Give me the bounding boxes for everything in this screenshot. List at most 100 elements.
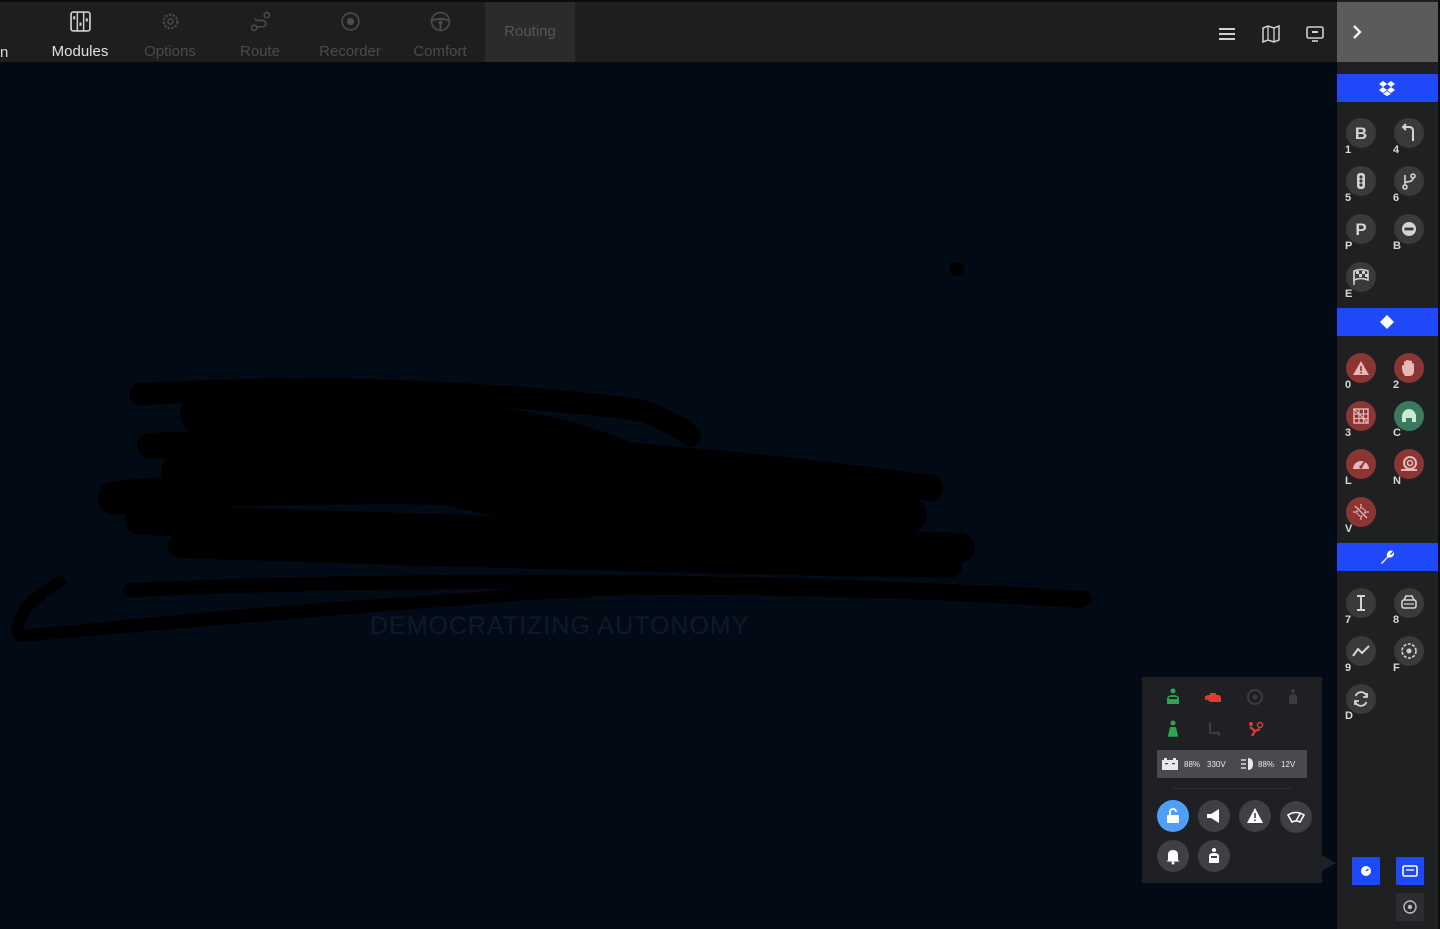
wrench-icon: [1381, 550, 1395, 564]
seatbelt-icon: [1289, 689, 1297, 704]
gauge-button[interactable]: [1352, 857, 1380, 885]
target-icon: [1401, 643, 1417, 659]
vehicle-status-card: 88% 330V 88% 12V: [1142, 677, 1322, 883]
lift-icon: [1357, 595, 1365, 611]
chart-line-icon: [1352, 645, 1370, 657]
wiper-icon: [1287, 811, 1305, 824]
message-button[interactable]: [1396, 857, 1424, 885]
horn-button[interactable]: [1198, 800, 1230, 832]
door-icon: [1209, 848, 1219, 863]
shortcut-key: V: [1345, 523, 1353, 535]
shortcut-key: E: [1345, 288, 1353, 300]
message-icon: [1402, 865, 1418, 877]
map-icon[interactable]: [1261, 24, 1281, 44]
section-header-modules[interactable]: [1337, 74, 1438, 102]
shortcut-key: C: [1393, 427, 1401, 439]
section-header-tools[interactable]: [1337, 543, 1438, 571]
section-header-interventions[interactable]: [1337, 308, 1438, 336]
traffic-light-icon: [1357, 173, 1365, 189]
modules-icon: [70, 11, 91, 32]
shortcut-key: 2: [1393, 379, 1400, 391]
shortcut-key: 7: [1345, 614, 1352, 626]
horn-icon: [1207, 809, 1219, 823]
bell-icon: [1166, 850, 1180, 865]
shortcut-key: P: [1345, 240, 1353, 252]
shortcut-key: 3: [1345, 427, 1352, 439]
hazard-button[interactable]: [1239, 800, 1271, 832]
headlight-icon: [1241, 758, 1253, 770]
battery-status: 88% 330V 88% 12V: [1157, 750, 1307, 778]
shortcut-key: N: [1393, 475, 1401, 487]
tagline-text: DEMOCRATIZING AUTONOMY: [370, 612, 750, 640]
gauge-icon: [1361, 866, 1371, 876]
chevron-right-icon: [1353, 25, 1362, 39]
map-marker: [950, 262, 964, 276]
tab-options[interactable]: Options: [125, 2, 215, 62]
parking-icon: P: [1355, 220, 1366, 239]
wiper-button[interactable]: [1280, 801, 1312, 833]
shortcut-key: 8: [1393, 614, 1400, 626]
shortcut-key: 1: [1345, 144, 1352, 156]
refresh-icon: [1354, 691, 1368, 707]
door-button[interactable]: [1198, 840, 1230, 872]
app-root: n Modules Options Route Recorder Comfort…: [0, 0, 1440, 929]
screen-icon[interactable]: [1305, 24, 1325, 44]
tab-routing[interactable]: Routing: [485, 2, 575, 62]
b-icon: B: [1355, 124, 1367, 143]
collapse-panel-button[interactable]: [1337, 2, 1438, 62]
card-pointer: [1322, 855, 1336, 871]
dropbox-icon: [1379, 81, 1395, 96]
grid-icon: [1353, 408, 1369, 424]
fork-icon: [1402, 173, 1416, 190]
record-dot-icon: [1403, 900, 1417, 914]
car-icon: [1402, 409, 1416, 422]
steering-wheel-icon: [430, 11, 451, 32]
speedometer-icon: [1353, 460, 1369, 469]
steering-wheel-icon: [1247, 689, 1263, 705]
tab-recorder[interactable]: Recorder: [305, 2, 395, 62]
shortcut-key: B: [1393, 240, 1401, 252]
tab-comfort[interactable]: Comfort: [395, 2, 485, 62]
svg-text:B: B: [1355, 124, 1367, 143]
svg-text:P: P: [1355, 220, 1366, 239]
lv-battery-percent: 88%: [1258, 760, 1275, 769]
battery-icon: [1162, 758, 1178, 770]
shortcut-key: 5: [1345, 192, 1352, 204]
bell-button[interactable]: [1157, 840, 1189, 872]
unlock-button[interactable]: [1157, 800, 1189, 832]
seat-icon: [1208, 722, 1221, 736]
tab-modules-label: Modules: [51, 43, 109, 60]
lv-battery-voltage: 12V: [1281, 760, 1296, 769]
hv-battery-percent: 88%: [1184, 760, 1201, 769]
tab-route[interactable]: Route: [215, 2, 305, 62]
truncated-tab-label: n: [0, 44, 9, 61]
gear-icon: [162, 13, 179, 30]
driver-icon: [1167, 688, 1179, 704]
shortcut-key: F: [1393, 662, 1400, 674]
unlock-icon: [1167, 808, 1179, 823]
tab-routing-label: Routing: [504, 23, 556, 40]
tab-route-label: Route: [239, 43, 281, 60]
turn-icon: [1401, 123, 1414, 141]
hand-stop-icon: [1402, 360, 1414, 376]
record-icon: [341, 12, 360, 31]
menu-icon[interactable]: [1217, 24, 1237, 44]
shortcut-key: L: [1345, 475, 1352, 487]
engine-icon: [1205, 693, 1221, 702]
hv-battery-voltage: 330V: [1207, 760, 1226, 769]
vehicle-front-icon: [1401, 595, 1417, 609]
shortcut-key: 6: [1393, 192, 1400, 204]
checkered-flag-icon: [1353, 268, 1369, 285]
tab-modules[interactable]: Modules: [35, 2, 125, 62]
shortcut-key: 0: [1345, 379, 1352, 391]
passenger-icon: [1168, 720, 1178, 737]
record-dot-button[interactable]: [1396, 893, 1424, 921]
top-navigation-bar: n Modules Options Route Recorder Comfort…: [0, 0, 1337, 62]
airbag-icon: [1249, 721, 1264, 737]
card-divider: [1172, 788, 1292, 789]
hazard-icon: [1247, 808, 1263, 823]
diamond-icon: [1380, 315, 1394, 329]
shortcut-key: D: [1345, 710, 1353, 722]
tab-comfort-label: Comfort: [413, 43, 467, 60]
tab-recorder-label: Recorder: [319, 43, 381, 60]
